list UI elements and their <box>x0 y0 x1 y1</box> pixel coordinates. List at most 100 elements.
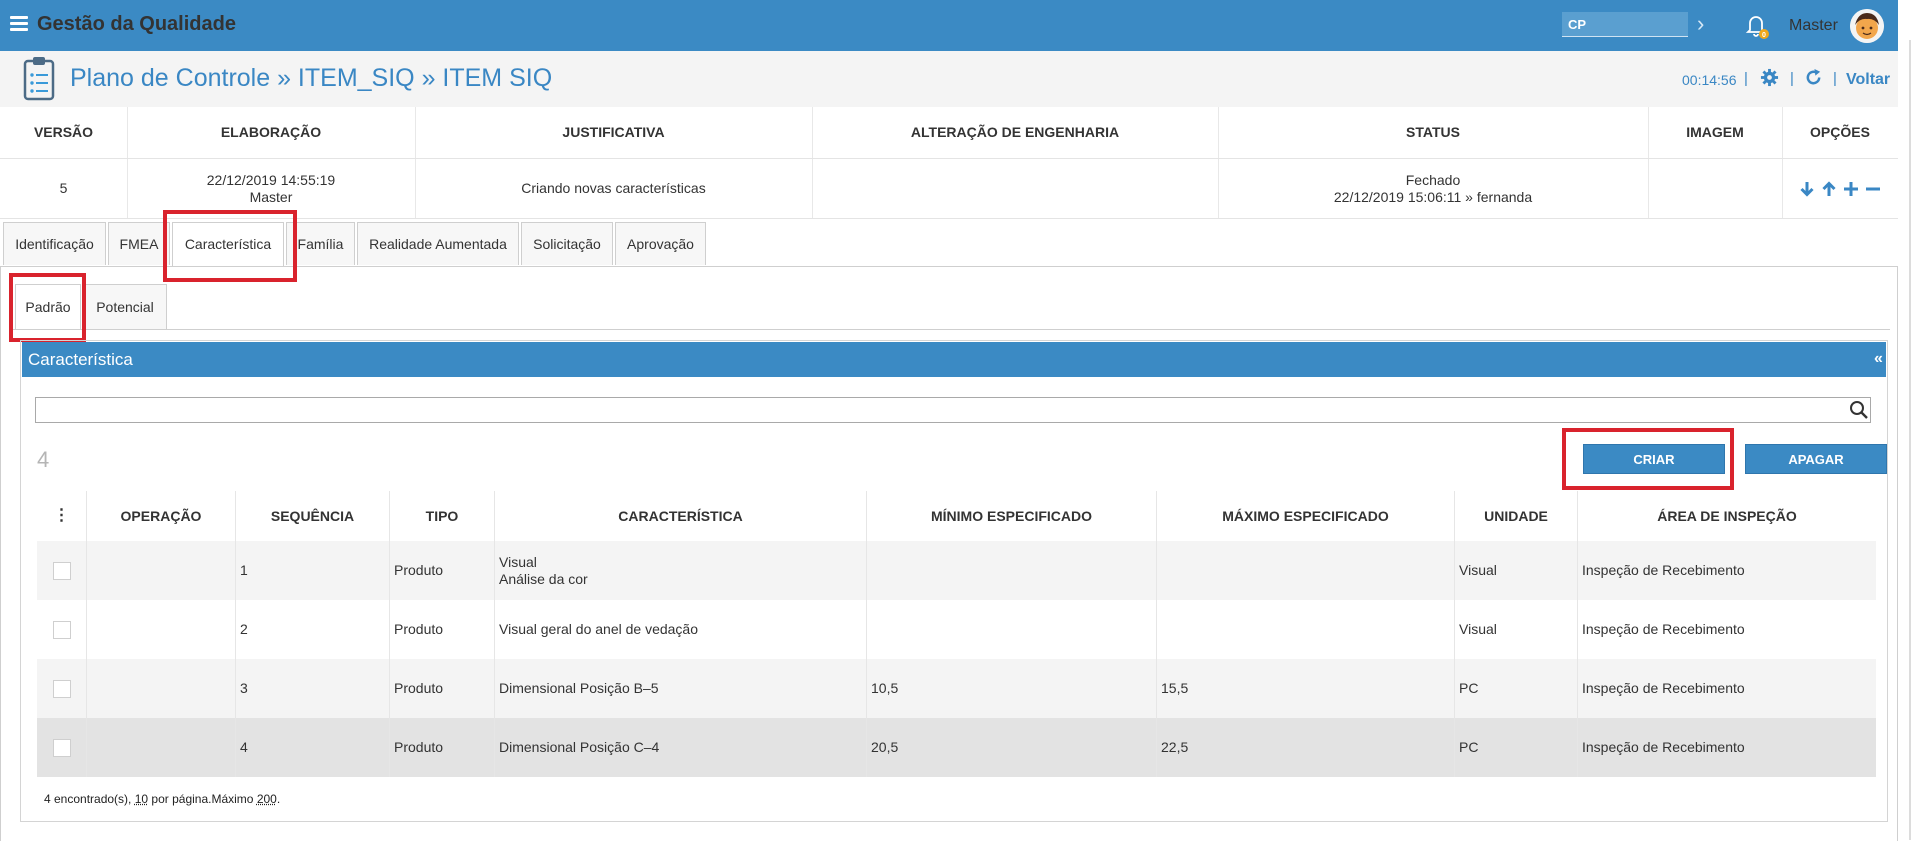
chevron-right-icon[interactable]: › <box>1697 11 1704 37</box>
table-row[interactable]: 1 Produto Visual Análise da cor Visual I… <box>37 541 1876 600</box>
table-row[interactable]: 2 Produto Visual geral do anel de vedaçã… <box>37 600 1876 659</box>
max-cell <box>1157 600 1455 659</box>
tab-aprovacao[interactable]: Aprovação <box>615 222 706 265</box>
scrollbar-track[interactable] <box>1909 40 1911 840</box>
table-row[interactable]: 3 Produto Dimensional Posição B–5 10,5 1… <box>37 659 1876 718</box>
menu-icon[interactable] <box>10 16 28 32</box>
clipboard-icon <box>23 57 55 101</box>
back-link[interactable]: Voltar <box>1846 71 1890 89</box>
collapse-icon[interactable]: « <box>1874 350 1883 368</box>
panel-header <box>22 342 1886 377</box>
characteristic-name: Visual geral do anel de vedação <box>499 621 699 637</box>
search-icon[interactable] <box>1849 400 1869 420</box>
tab-caracteristica[interactable]: Característica <box>172 222 284 266</box>
table-row[interactable]: 4 Produto Dimensional Posição C–4 20,5 2… <box>37 718 1876 777</box>
characteristic-cell: Visual Análise da cor <box>495 541 867 600</box>
app-title: Gestão da Qualidade <box>37 13 236 35</box>
inspection-area-cell: Inspeção de Recebimento <box>1582 739 1745 755</box>
sequence-cell: 1 <box>236 541 390 600</box>
status-detail: 22/12/2019 15:06:11 » fernanda <box>1333 188 1533 205</box>
row-checkbox-cell <box>37 659 87 718</box>
column-header[interactable]: OPERAÇÃO <box>87 491 236 541</box>
tab-realidade-aumentada[interactable]: Realidade Aumentada <box>357 222 519 265</box>
status-cell: Fechado 22/12/2019 15:06:11 » fernanda <box>1218 159 1649 218</box>
column-header[interactable]: MÁXIMO ESPECIFICADO <box>1157 491 1455 541</box>
column-header[interactable]: CARACTERÍSTICA <box>495 491 867 541</box>
arrow-down-icon[interactable] <box>1798 180 1816 198</box>
version-row: 5 22/12/2019 14:55:19 Master Criando nov… <box>0 159 1898 219</box>
type-cell: Produto <box>390 718 495 777</box>
inspection-area-cell: Inspeção de Recebimento <box>1582 621 1745 637</box>
inspection-area-cell: Inspeção de Recebimento <box>1582 562 1745 578</box>
refresh-icon[interactable] <box>1804 68 1823 87</box>
subtab-padrao[interactable]: Padrão <box>15 284 81 329</box>
characteristic-cell: Dimensional Posição B–5 <box>495 659 867 718</box>
row-checkbox[interactable] <box>52 561 71 580</box>
max-link[interactable]: 200 <box>257 792 277 806</box>
arrow-up-icon[interactable] <box>1820 180 1838 198</box>
panel-title: Característica <box>28 350 133 369</box>
search-input[interactable] <box>35 397 1871 423</box>
footer-end: . <box>276 792 281 806</box>
column-menu-icon[interactable]: ⋮ <box>37 491 87 541</box>
svg-text:0: 0 <box>1762 32 1766 39</box>
create-button[interactable]: CRIAR <box>1583 444 1725 474</box>
per-page-text: por página.Máximo <box>148 792 257 806</box>
inspection-area-cell: Inspeção de Recebimento <box>1582 680 1745 696</box>
justification-text: Criando novas características <box>521 180 706 196</box>
minus-icon[interactable] <box>1864 180 1882 198</box>
min-cell: 20,5 <box>867 718 1157 777</box>
characteristic-name: Visual <box>499 553 537 570</box>
column-header[interactable]: SEQUÊNCIA <box>236 491 390 541</box>
scrollbar[interactable] <box>1903 0 1919 841</box>
row-checkbox-cell <box>37 718 87 777</box>
plus-icon[interactable] <box>1842 180 1860 198</box>
delete-button[interactable]: APAGAR <box>1745 444 1887 474</box>
characteristic-cell: Visual geral do anel de vedação <box>495 600 867 659</box>
engineering-change-cell <box>812 159 1219 218</box>
tab-identificacao[interactable]: Identificação <box>3 222 106 265</box>
column-header[interactable]: ÁREA DE INSPEÇÃO <box>1578 491 1876 541</box>
bell-icon[interactable]: 0 <box>1744 12 1770 40</box>
sequence-cell: 2 <box>236 600 390 659</box>
page-title: Plano de Controle » ITEM_SIQ » ITEM SIQ <box>70 64 553 92</box>
found-count: 4 encontrado(s), <box>44 792 135 806</box>
tab-solicitacao[interactable]: Solicitação <box>521 222 613 265</box>
tab-fmea[interactable]: FMEA <box>108 222 170 265</box>
options-cell <box>1782 159 1898 218</box>
operation-cell <box>87 718 236 777</box>
unit-cell: Visual <box>1455 600 1578 659</box>
column-header: IMAGEM <box>1648 107 1783 158</box>
column-header[interactable]: MÍNIMO ESPECIFICADO <box>867 491 1157 541</box>
justification-cell: Criando novas características <box>415 159 813 218</box>
elaboration-date: 22/12/2019 14:55:19 <box>206 171 336 188</box>
unit-cell: Visual <box>1455 541 1578 600</box>
version-number: 5 <box>59 180 68 196</box>
cp-search-input[interactable] <box>1562 12 1688 37</box>
column-header: JUSTIFICATIVA <box>415 107 813 158</box>
column-header[interactable]: TIPO <box>390 491 495 541</box>
type-cell: Produto <box>390 541 495 600</box>
per-page-link[interactable]: 10 <box>135 792 148 806</box>
row-checkbox-cell <box>37 600 87 659</box>
row-checkbox-cell <box>37 541 87 600</box>
characteristic-name: Dimensional Posição B–5 <box>499 680 659 696</box>
column-header[interactable]: UNIDADE <box>1455 491 1578 541</box>
row-checkbox[interactable] <box>52 738 71 757</box>
column-header: ALTERAÇÃO DE ENGENHARIA <box>812 107 1219 158</box>
session-timer: 00:14:56 <box>1682 72 1737 88</box>
user-name[interactable]: Master <box>1789 17 1838 35</box>
tab-familia[interactable]: Família <box>286 222 355 265</box>
column-header: STATUS <box>1218 107 1649 158</box>
gear-icon[interactable] <box>1760 68 1779 87</box>
row-checkbox[interactable] <box>52 679 71 698</box>
characteristic-name: Dimensional Posição C–4 <box>499 739 660 755</box>
operation-cell <box>87 600 236 659</box>
image-cell <box>1648 159 1783 218</box>
row-checkbox[interactable] <box>52 620 71 639</box>
max-cell <box>1157 541 1455 600</box>
max-cell: 22,5 <box>1157 718 1455 777</box>
unit-cell: PC <box>1455 659 1578 718</box>
subtab-potencial[interactable]: Potencial <box>83 284 167 329</box>
avatar[interactable] <box>1850 9 1884 43</box>
